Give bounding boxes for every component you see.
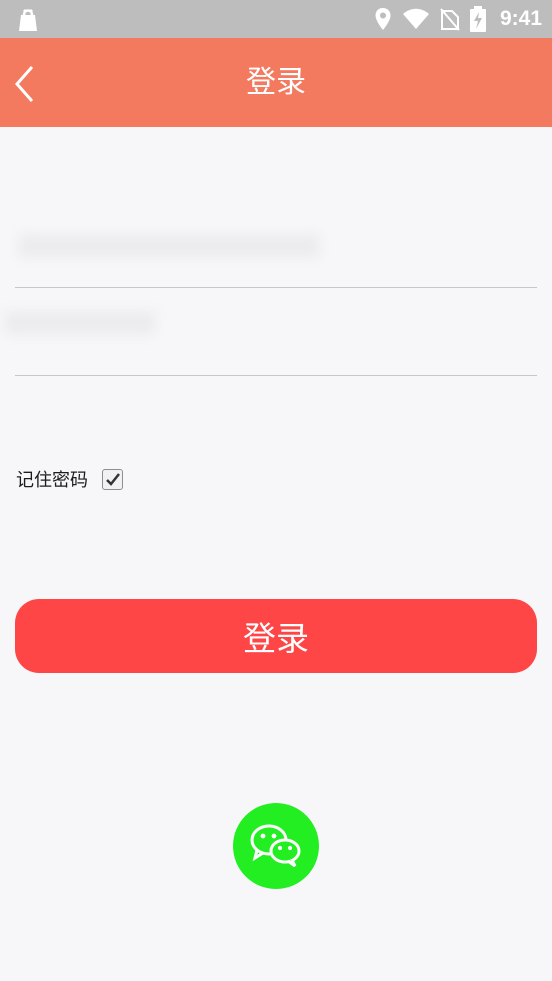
shop-bag-icon xyxy=(19,9,37,31)
status-time: 9:41 xyxy=(499,7,542,30)
password-input[interactable] xyxy=(15,298,537,375)
app-header: 登录 xyxy=(0,38,552,127)
username-field[interactable] xyxy=(15,225,537,288)
blurred-text xyxy=(19,235,319,257)
battery-charging-icon xyxy=(469,6,486,32)
password-field[interactable] xyxy=(5,298,537,376)
remember-password-label: 记住密码 xyxy=(16,470,88,491)
sim-off-icon xyxy=(440,8,460,31)
remember-password-row: 记住密码 xyxy=(16,466,123,492)
remember-password-checkbox[interactable] xyxy=(102,468,123,490)
login-button[interactable]: 登录 xyxy=(15,599,537,673)
checkmark-icon xyxy=(105,472,120,486)
wechat-login-button[interactable] xyxy=(233,803,319,889)
wechat-icon xyxy=(250,824,301,868)
blurred-text xyxy=(5,312,155,334)
page-title: 登录 xyxy=(246,65,306,100)
wifi-icon xyxy=(402,8,429,29)
location-icon xyxy=(375,8,391,30)
status-bar: 9:41 xyxy=(0,0,552,38)
